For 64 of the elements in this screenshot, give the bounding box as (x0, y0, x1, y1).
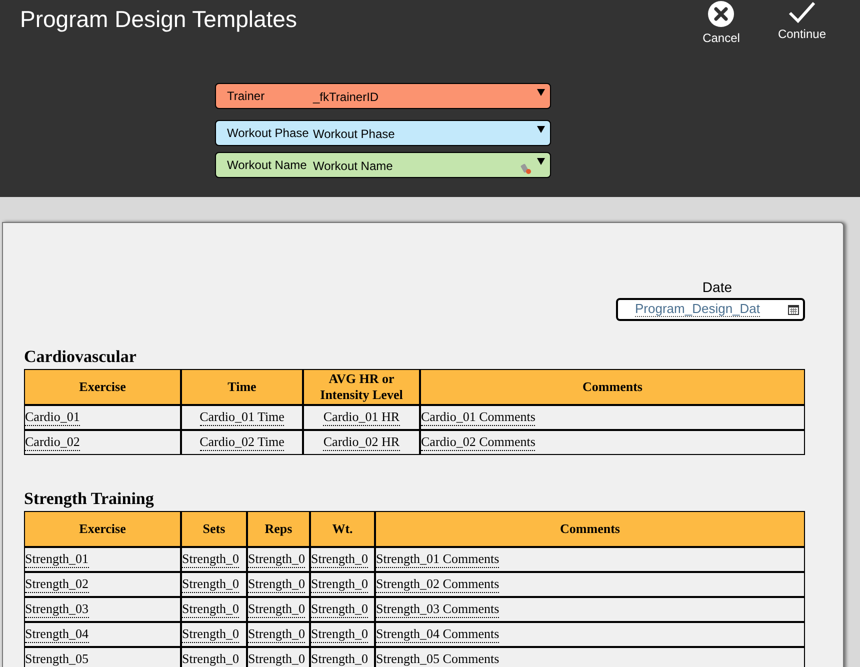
column-header: Exercise (25, 512, 182, 546)
dropdown-arrow-icon (537, 89, 545, 96)
table-cell[interactable]: Strength_0 (248, 551, 306, 568)
continue-button[interactable]: Continue (778, 0, 826, 45)
table-cell[interactable]: Strength_0 (182, 601, 240, 618)
dropdown-field[interactable]: Trainer _fkTrainerID (215, 83, 551, 109)
table-cell[interactable]: Cardio_02 HR (323, 434, 400, 451)
checkmark-icon (788, 0, 816, 24)
column-header: Sets (182, 512, 248, 546)
table-cell[interactable]: Strength_04 Comments (376, 626, 500, 643)
table-cell[interactable]: Strength_0 (311, 576, 368, 593)
table-cell[interactable]: Cardio_02 (25, 434, 80, 451)
date-field[interactable]: Program_Design_Dat (616, 298, 805, 321)
column-header: Comments (582, 378, 644, 396)
table-cell[interactable]: Strength_0 (311, 601, 368, 618)
table-cell[interactable]: Strength_0 (311, 651, 368, 667)
table-cell[interactable]: Strength_03 Comments (376, 601, 500, 618)
table-cell[interactable]: Strength_0 (311, 626, 368, 643)
table-cell[interactable]: Cardio_01 Time (200, 409, 284, 426)
window-title: Program Design Templates (20, 5, 297, 34)
cancel-button[interactable]: Cancel (702, 0, 740, 45)
table-cell[interactable]: Cardio_01 HR (323, 409, 400, 426)
table-cell[interactable]: Strength_0 (182, 651, 240, 667)
field-label: Workout Name (226, 157, 308, 174)
table-cell[interactable]: Strength_02 Comments (376, 576, 500, 593)
table-cell[interactable]: Strength_02 (25, 576, 89, 593)
field-value: _fkTrainerID (313, 89, 379, 106)
dropdown-field[interactable]: Workout Phase Workout Phase (215, 120, 551, 146)
table-cell[interactable]: Strength_01 (25, 551, 89, 568)
table-cell[interactable]: Strength_0 (182, 551, 240, 568)
column-header: AVG HR or Intensity Level (304, 370, 421, 404)
table-cell[interactable]: Cardio_01 (25, 409, 80, 426)
section-heading: Cardiovascular (24, 347, 136, 367)
table-cell[interactable]: Strength_01 Comments (376, 551, 500, 568)
table-cell[interactable]: Strength_0 (248, 651, 306, 667)
table-cell[interactable]: Cardio_02 Comments (421, 434, 536, 451)
table-cell[interactable]: Cardio_01 Comments (421, 409, 536, 426)
table-cell[interactable]: Cardio_02 Time (200, 434, 284, 451)
calendar-icon (788, 304, 799, 314)
field-label: Workout Phase (226, 125, 310, 142)
section-heading: Strength Training (24, 489, 154, 509)
table-cell[interactable]: Strength_0 (248, 626, 306, 643)
field-value: Workout Name (313, 158, 393, 175)
dropdown-field[interactable]: Workout Name Workout Name (215, 152, 551, 178)
column-header: Reps (248, 512, 311, 546)
field-value: Workout Phase (313, 126, 395, 143)
table-cell[interactable]: Strength_0 (182, 576, 240, 593)
table-cell[interactable]: Strength_05 Comments (376, 651, 500, 667)
table-cell[interactable]: Strength_04 (25, 626, 89, 643)
column-header: Wt. (311, 512, 376, 546)
column-header: Exercise (25, 370, 182, 404)
table-cell[interactable]: Strength_05 (25, 651, 89, 667)
dropdown-arrow-icon (537, 126, 545, 133)
table-cell[interactable]: Strength_03 (25, 601, 89, 618)
table-cell[interactable]: Strength_0 (248, 576, 306, 593)
dropdown-arrow-icon (537, 158, 545, 165)
date-label: Date (702, 279, 732, 295)
column-header: Comments (559, 520, 621, 538)
column-header: Time (182, 370, 304, 404)
field-label: Trainer (226, 88, 266, 105)
table-cell[interactable]: Strength_0 (248, 601, 306, 618)
date-value: Program_Design_Dat (635, 302, 760, 317)
table-cell[interactable]: Strength_0 (182, 626, 240, 643)
table-cell[interactable]: Strength_0 (311, 551, 368, 568)
